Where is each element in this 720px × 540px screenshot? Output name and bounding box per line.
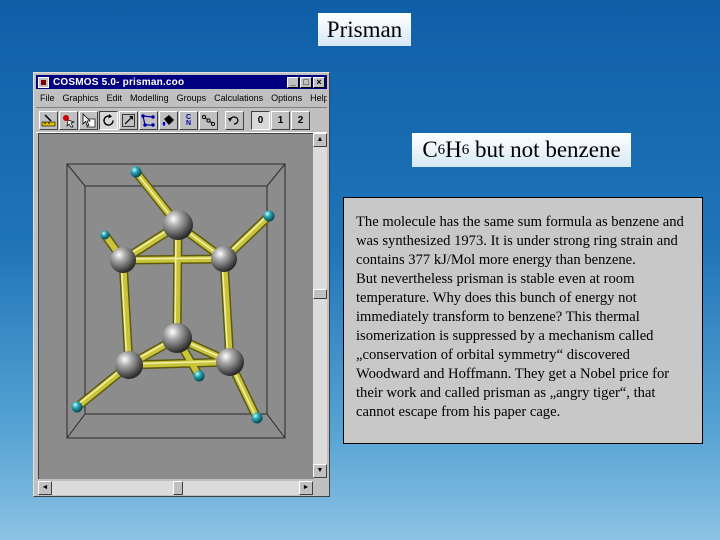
bond-network-icon	[141, 113, 155, 127]
bucket-icon	[162, 114, 174, 126]
window-titlebar[interactable]: COSMOS 5.0- prisman.coo _ □ ×	[36, 75, 327, 89]
bonds	[72, 167, 274, 423]
cosmos-window: COSMOS 5.0- prisman.coo _ □ × File Graph…	[33, 72, 330, 497]
menu-options[interactable]: Options	[267, 93, 306, 103]
formula-heading: C6H6 but not benzene	[412, 133, 631, 167]
hydrogen-atom	[130, 166, 142, 178]
measure-icon	[41, 113, 56, 126]
rotate-tool-button[interactable]	[99, 110, 118, 130]
vertical-scrollbar[interactable]: ▲ ▼	[313, 133, 327, 478]
undo-icon	[228, 115, 239, 125]
menu-edit[interactable]: Edit	[103, 93, 127, 103]
formula-suffix: but not benzene	[469, 137, 621, 162]
horizontal-scroll-thumb[interactable]	[173, 481, 183, 495]
carbon-atom	[163, 210, 193, 240]
scroll-right-button[interactable]: ►	[299, 481, 313, 495]
hydrogen-atom	[263, 210, 275, 222]
close-button[interactable]: ×	[313, 76, 325, 88]
page-0-button[interactable]: 0	[251, 110, 270, 130]
bucket-tool-button[interactable]	[159, 110, 178, 130]
chain-tool-button[interactable]	[199, 110, 218, 130]
page-1-button[interactable]: 1	[271, 110, 290, 130]
select-atom-tool-button[interactable]	[59, 110, 78, 130]
toolbar: CN 0 1 2	[36, 107, 327, 133]
pointer-tool-button[interactable]	[79, 110, 98, 130]
bond-network-tool-button[interactable]	[139, 110, 158, 130]
carbon-atom	[216, 348, 244, 376]
hydrogen-atom	[251, 412, 263, 424]
scrollbar-corner	[313, 481, 327, 495]
hydrogen-atom	[193, 370, 205, 382]
rotate-icon	[103, 113, 114, 126]
hydrogen-atom	[100, 230, 110, 240]
scroll-left-button[interactable]: ◄	[38, 481, 52, 495]
molecule-canvas[interactable]	[38, 133, 314, 479]
hydrogen-atom	[71, 401, 83, 413]
app-icon[interactable]	[38, 76, 49, 88]
carbon-atom	[115, 351, 143, 379]
menu-groups[interactable]: Groups	[173, 93, 211, 103]
vertical-scroll-thumb[interactable]	[313, 289, 327, 299]
description-box: The molecule has the same sum formula as…	[343, 197, 703, 444]
horizontal-scrollbar[interactable]: ◄ ►	[38, 481, 313, 495]
resize-icon	[122, 113, 135, 127]
description-paragraph-2: But nevertheless prisman is stable even …	[356, 271, 670, 420]
select-atom-icon	[63, 114, 76, 127]
formula-hydrogen: H	[445, 137, 462, 162]
menu-help[interactable]: Help	[306, 93, 327, 103]
menu-graphics[interactable]: Graphics	[59, 93, 103, 103]
cn-label-tool-button[interactable]: CN	[179, 110, 198, 130]
carbon-atom	[211, 246, 237, 272]
chain-icon	[201, 114, 216, 126]
menu-calculations[interactable]: Calculations	[210, 93, 267, 103]
menu-file[interactable]: File	[36, 93, 59, 103]
carbon-atom	[110, 247, 136, 273]
pointer-icon	[82, 112, 96, 127]
scroll-down-button[interactable]: ▼	[313, 464, 327, 478]
window-title: COSMOS 5.0- prisman.coo	[53, 76, 185, 88]
resize-tool-button[interactable]	[119, 110, 138, 130]
description-paragraph-1: The molecule has the same sum formula as…	[356, 214, 684, 268]
minimize-button[interactable]: _	[287, 76, 299, 88]
maximize-button[interactable]: □	[300, 76, 312, 88]
slide-title: Prisman	[318, 13, 411, 46]
menu-bar: File Graphics Edit Modelling Groups Calc…	[36, 90, 327, 105]
prisman-molecule-view[interactable]	[39, 134, 314, 479]
undo-tool-button[interactable]	[225, 110, 244, 130]
scroll-up-button[interactable]: ▲	[313, 133, 327, 147]
measure-tool-button[interactable]	[39, 110, 58, 130]
carbon-atom	[162, 323, 192, 353]
formula-carbon: C	[422, 137, 438, 162]
cn-label-icon: CN	[185, 114, 192, 126]
page-2-button[interactable]: 2	[291, 110, 310, 130]
menu-modelling[interactable]: Modelling	[126, 93, 173, 103]
